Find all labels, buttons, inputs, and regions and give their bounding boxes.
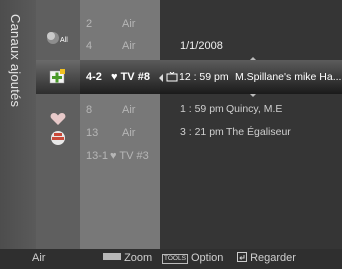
channel-row[interactable]: 8 Air: [80, 102, 160, 120]
category-all-label: All: [60, 37, 68, 44]
zoom-hint[interactable]: Zoom: [103, 252, 152, 264]
program-row[interactable]: 1 : 59 pm Quincy, M.E: [180, 103, 340, 117]
channel-row[interactable]: 4 Air: [80, 38, 160, 56]
channel-row-selected[interactable]: 4-2 ♥ TV #8: [80, 60, 164, 94]
page-title: Canaux ajoutés: [8, 14, 23, 108]
zoom-label: Zoom: [124, 252, 153, 264]
program-time: 3 : 21 pm: [180, 126, 224, 138]
category-favorite[interactable]: [50, 112, 66, 126]
channel-number: 13-1: [86, 150, 109, 162]
channel-row[interactable]: 13-1 ♥ TV #3: [80, 148, 160, 166]
channel-name: ♥ TV #8: [111, 71, 150, 83]
channel-number: 2: [86, 18, 93, 30]
option-label: Option: [190, 252, 224, 264]
watch-hint[interactable]: Regarder: [237, 252, 296, 264]
program-row[interactable]: 3 : 21 pm The Égaliseur: [180, 126, 340, 140]
channel-number: 13: [86, 127, 99, 139]
zoom-key-icon: [103, 253, 121, 260]
program-time: 12 : 59 pm: [179, 71, 229, 83]
channel-number: 4-2: [86, 71, 102, 83]
option-hint[interactable]: TOOLS Option: [162, 252, 223, 264]
category-programmed[interactable]: [50, 130, 66, 146]
channel-row[interactable]: 2 Air: [80, 16, 160, 34]
scroll-down-icon[interactable]: [250, 94, 256, 97]
all-channels-icon: [47, 32, 59, 44]
channel-name: Air: [122, 18, 136, 30]
bottom-help-bar: Air Zoom TOOLS Option Regarder: [0, 249, 342, 269]
program-title: Quincy, M.E: [226, 103, 283, 115]
enter-key-icon: [237, 252, 247, 262]
program-guide: [160, 0, 342, 249]
channel-row[interactable]: 13 Air: [80, 125, 160, 143]
program-time: 1 : 59 pm: [180, 103, 224, 115]
channel-name: Air: [122, 127, 136, 139]
channel-number: 8: [86, 104, 93, 116]
program-title: M.Spillane's mike Ha...: [235, 71, 342, 83]
watch-label: Regarder: [250, 252, 296, 264]
channel-number: 4: [86, 40, 93, 52]
guide-date: 1/1/2008: [180, 40, 223, 52]
pointer-left-icon: [159, 74, 163, 82]
program-selected-content: 12 : 59 pm M.Spillane's mike Ha...: [166, 71, 342, 85]
category-all[interactable]: All: [44, 30, 74, 48]
tools-button-icon: TOOLS: [162, 254, 188, 264]
added-channels-icon: [49, 69, 65, 84]
antenna-mode[interactable]: Air: [32, 252, 45, 264]
reservation-clock-icon: [166, 72, 178, 82]
channel-name: Air: [122, 104, 136, 116]
title-strip: Canaux ajoutés: [0, 0, 36, 249]
channel-name: Air: [122, 40, 136, 52]
channel-name: ♥ TV #3: [110, 150, 149, 162]
favorite-heart-icon: [50, 113, 66, 125]
programmed-clock-icon: [51, 131, 65, 145]
program-title: The Égaliseur: [226, 126, 291, 138]
category-added[interactable]: [48, 67, 68, 87]
